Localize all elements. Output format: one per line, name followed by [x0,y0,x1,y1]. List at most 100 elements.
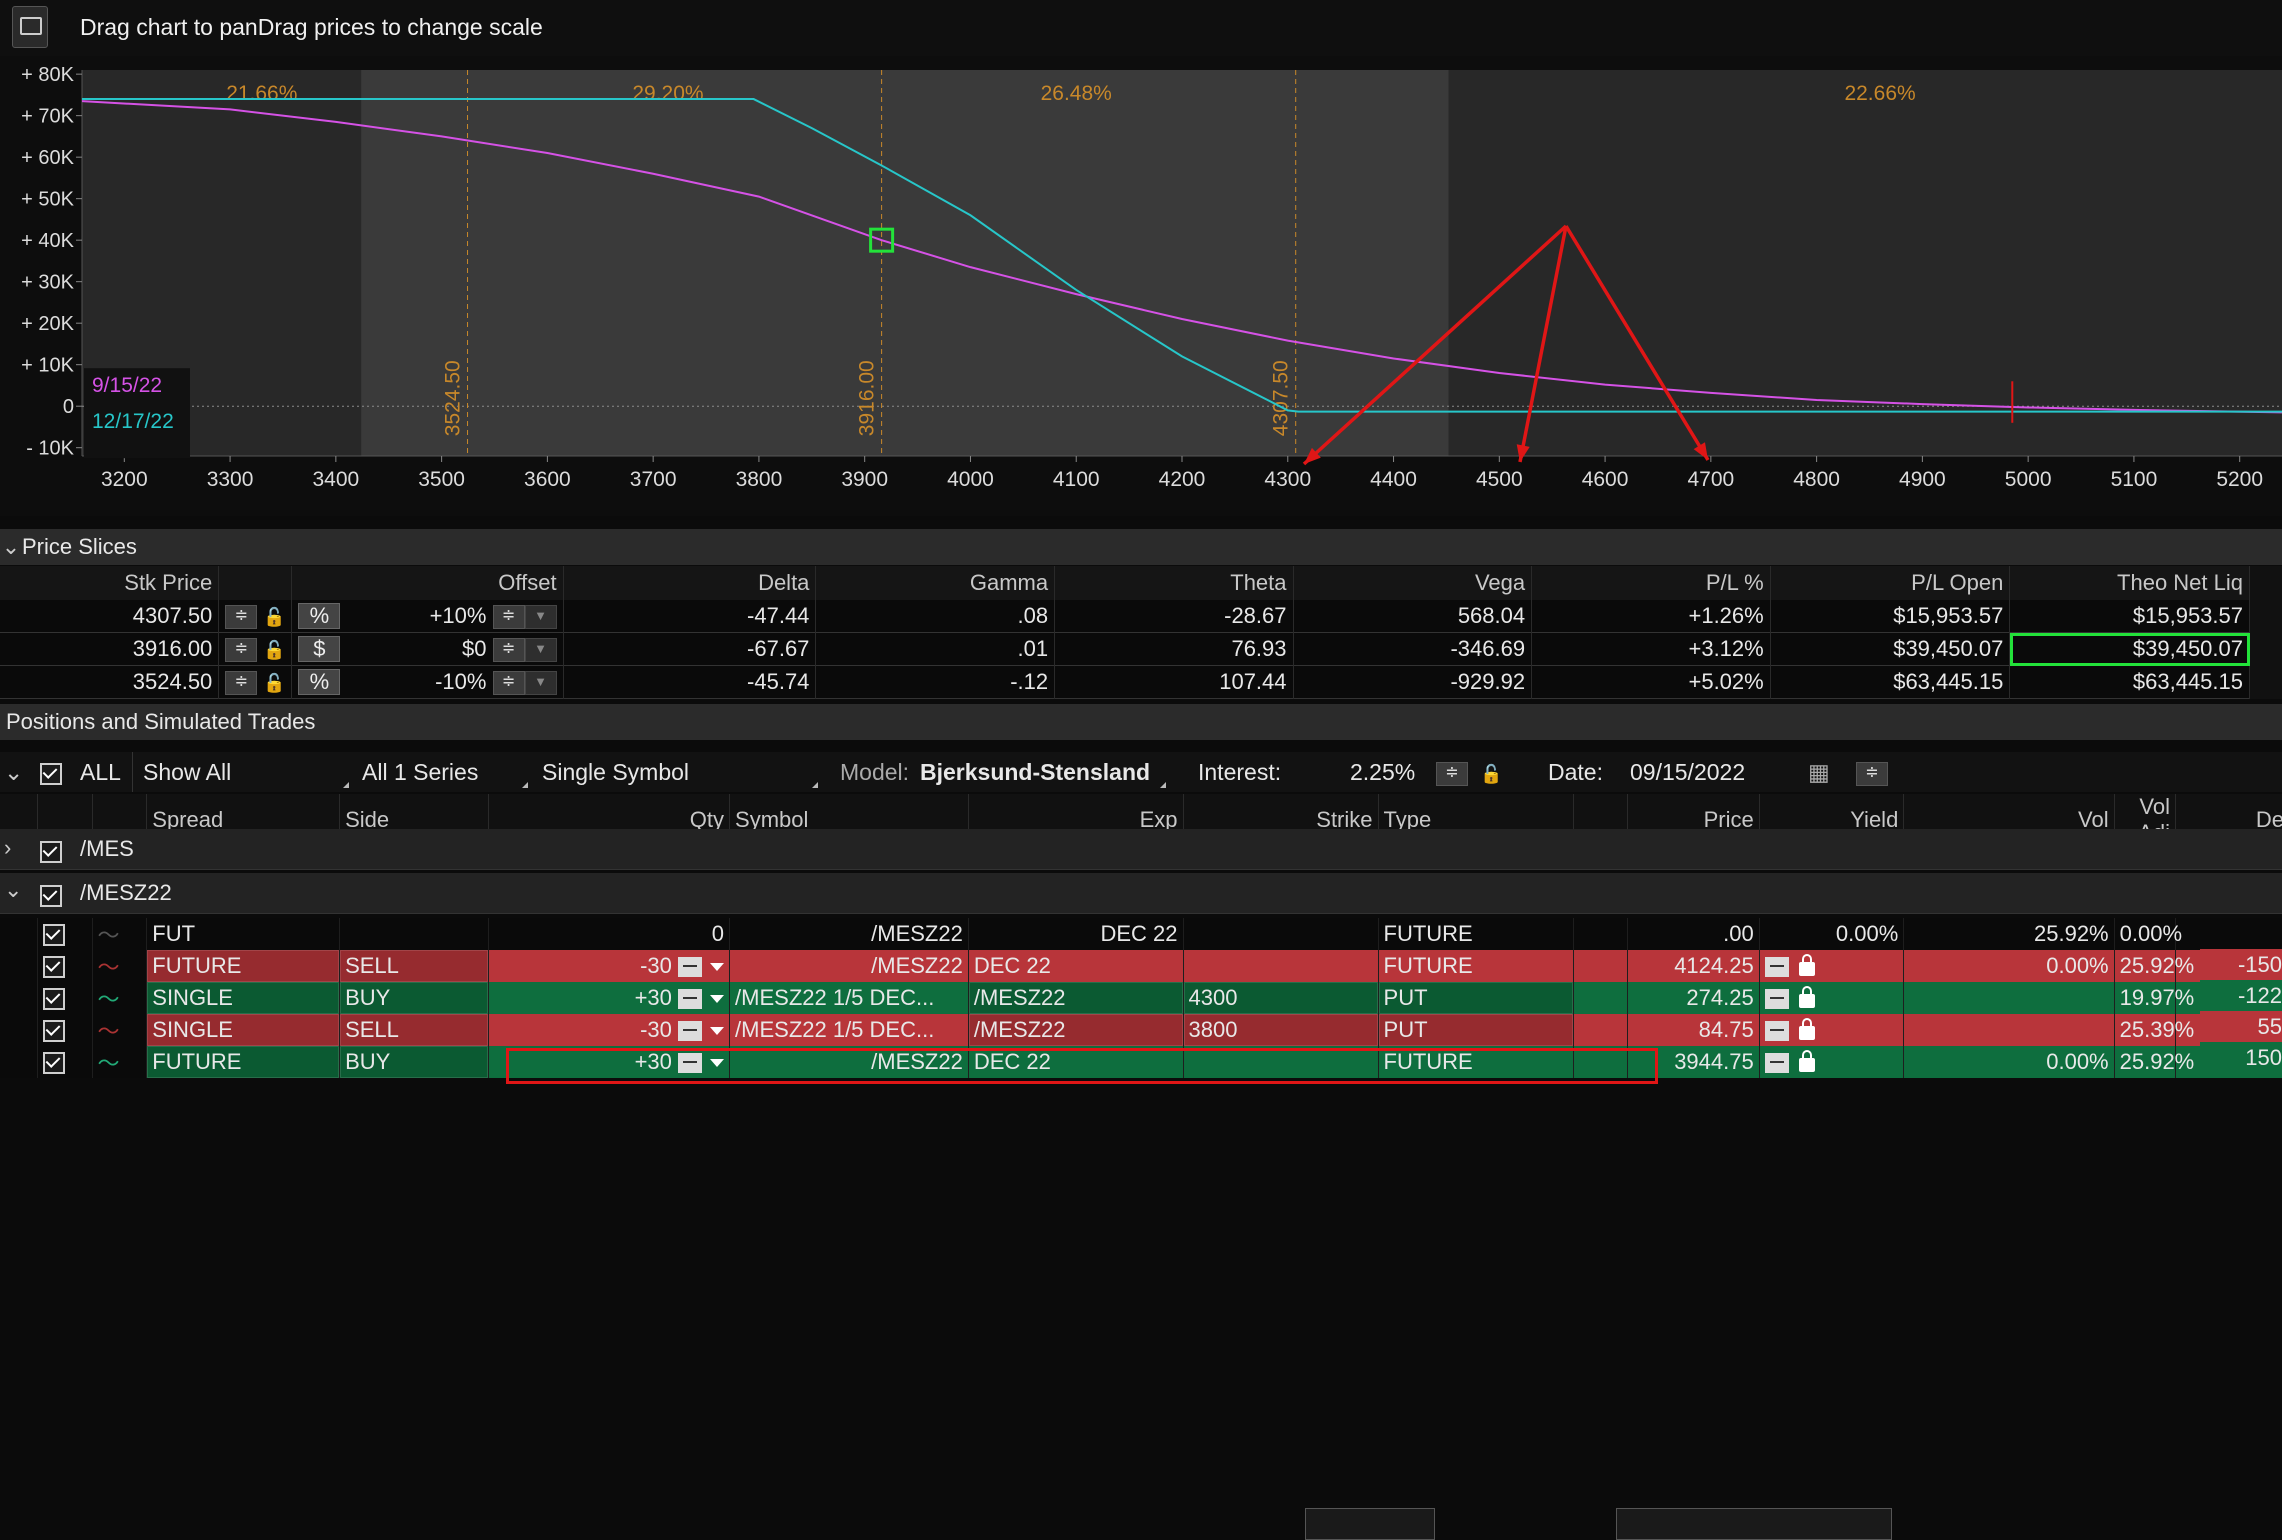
checkbox-icon[interactable] [42,1020,65,1043]
lock-icon[interactable] [1798,1018,1815,1041]
exp[interactable]: /MESZ22 [968,1014,1184,1046]
qty[interactable]: -30 [640,1017,672,1042]
offset-unit-button[interactable]: $ [298,635,341,662]
expand-chevron-icon[interactable]: › [4,835,11,861]
offset-unit-button[interactable]: % [298,668,341,695]
side[interactable]: SELL [339,1014,490,1046]
unlock-icon[interactable]: 🔓 [1480,763,1502,785]
position-row[interactable]: 〜 FUTURE BUY +30 /MESZ22 DEC 22 FUTURE 3… [0,1046,2282,1078]
interest-value[interactable]: 2.25% [1350,752,1415,792]
positions-header[interactable]: Positions and Simulated Trades [0,704,2282,740]
offset-value[interactable]: -10% [435,669,486,694]
qty[interactable]: +30 [635,1049,672,1074]
stepper-icon[interactable]: ≑ [225,605,258,630]
qty-stepper-icon[interactable] [678,957,703,978]
position-row[interactable]: 〜 SINGLE SELL -30 /MESZ22 1/5 DEC... /ME… [0,1014,2282,1046]
stepper-icon[interactable]: ≑ [492,605,525,630]
price-stepper-icon[interactable] [1764,1021,1789,1042]
checkbox-icon[interactable] [42,956,65,979]
checkbox-icon[interactable] [40,841,62,864]
group-row-mesz22[interactable]: ⌄ /MESZ22 [0,873,2282,914]
interest-unlock-icon[interactable]: 🔓 [1480,752,1502,792]
group-checkbox[interactable] [40,838,62,864]
interest-stepper[interactable]: ≑ [1436,752,1468,792]
spread[interactable]: FUTURE [146,1046,341,1078]
stepper-icon[interactable]: ≑ [492,638,525,663]
price-stepper-icon[interactable] [1764,957,1789,978]
offset-value[interactable]: +10% [430,603,487,628]
date-value[interactable]: 09/15/2022 [1630,752,1745,792]
collapse-chevron-icon[interactable]: ⌄ [4,877,22,903]
date-input-box[interactable] [1616,1508,1892,1540]
spread[interactable]: SINGLE [146,982,341,1014]
symbol-dropdown[interactable]: Single Symbol [532,752,822,792]
stepper-icon[interactable]: ≑ [492,671,525,696]
price-slice-row[interactable]: 4307.50 ≑ 🔓 % +10% ≑ ▼ -47.44 .08 -28.67 5… [0,600,2250,633]
checkbox-icon[interactable] [40,762,62,785]
qty[interactable]: +30 [635,985,672,1010]
qty-stepper-icon[interactable] [678,1021,703,1042]
stepper-icon[interactable]: ≑ [1436,761,1468,786]
all-checkbox[interactable] [40,752,62,792]
stepper-icon[interactable]: ≑ [225,671,258,696]
qty-dropdown-icon[interactable] [710,995,725,1004]
group-checkbox[interactable] [40,882,62,908]
qty[interactable]: -30 [640,953,672,978]
collapse-chevron-icon[interactable]: ⌄ [0,529,22,565]
unlock-icon[interactable]: 🔓 [263,606,285,628]
position-row-fut[interactable]: 〜 FUT 0 /MESZ22 DEC 22 FUTURE .00 0.00% … [0,918,2282,950]
price-slice-row[interactable]: 3524.50 ≑ 🔓 % -10% ≑ ▼ -45.74 -.12 107.44 … [0,665,2250,699]
checkbox-icon[interactable] [40,885,62,908]
stk-price[interactable]: 4307.50 [0,600,220,633]
side[interactable]: SELL [339,950,490,982]
dropdown-arrow-icon[interactable]: ▼ [524,638,557,663]
price[interactable]: 3944.75 [1627,1046,1760,1078]
checkbox-icon[interactable] [42,988,65,1011]
price-slice-row[interactable]: 3916.00 ≑ 🔓 $ $0 ≑ ▼ -67.67 .01 76.93 -346… [0,632,2250,666]
lock-icon[interactable] [1798,1050,1815,1073]
type[interactable]: PUT [1378,1014,1574,1046]
stk-price[interactable]: 3916.00 [0,632,220,666]
checkbox-icon[interactable] [42,924,65,947]
strike[interactable]: 3800 [1183,1014,1379,1046]
price-stepper-icon[interactable] [1764,989,1789,1010]
price[interactable]: 274.25 [1627,982,1760,1014]
offset-value[interactable]: $0 [462,636,486,661]
stepper-icon[interactable]: ≑ [1856,761,1888,786]
qty-dropdown-icon[interactable] [710,1059,725,1068]
unlock-icon[interactable]: 🔓 [263,672,285,694]
collapse-chevron-icon[interactable]: ⌄ [4,752,23,792]
unlock-icon[interactable]: 🔓 [263,639,285,661]
dropdown-arrow-icon[interactable]: ▼ [524,605,557,630]
strike[interactable]: 4300 [1183,982,1379,1014]
type[interactable]: PUT [1378,982,1574,1014]
spread[interactable]: SINGLE [146,1014,341,1046]
price-stepper-icon[interactable] [1764,1053,1789,1074]
model-dropdown[interactable]: Bjerksund-Stensland [920,752,1170,792]
qty[interactable]: 0 [488,918,731,950]
qty-dropdown-icon[interactable] [710,1027,725,1036]
price-slices-header[interactable]: ⌄Price Slices [0,529,2282,565]
lock-icon[interactable] [1798,986,1815,1009]
stk-price[interactable]: 3524.50 [0,665,220,699]
lock-icon[interactable] [1798,954,1815,977]
offset-unit-button[interactable]: % [298,602,341,629]
show-all-dropdown[interactable]: Show All [132,752,353,792]
exp[interactable]: /MESZ22 [968,982,1184,1014]
stepper-icon[interactable]: ≑ [225,638,258,663]
qty-stepper-icon[interactable] [678,1053,703,1074]
calendar-icon[interactable]: ▦ [1808,752,1830,792]
position-row[interactable]: 〜 SINGLE BUY +30 /MESZ22 1/5 DEC... /MES… [0,982,2282,1014]
risk-profile-chart[interactable]: + 80K + 70K + 60K + 50K + 40K + 30K + 20K + 10K… [0,56,2282,516]
group-row-mes[interactable]: › /MES [0,829,2282,870]
side[interactable]: BUY [339,982,490,1014]
series-dropdown[interactable]: All 1 Series [350,752,532,792]
price[interactable]: 4124.25 [1627,950,1760,982]
interest-input-box[interactable] [1305,1508,1435,1540]
side[interactable]: BUY [339,1046,490,1078]
qty-dropdown-icon[interactable] [710,963,725,972]
spread[interactable]: FUTURE [146,950,341,982]
chart-settings-icon[interactable] [12,6,48,48]
dropdown-arrow-icon[interactable]: ▼ [524,671,557,696]
date-stepper[interactable]: ≑ [1856,752,1888,792]
